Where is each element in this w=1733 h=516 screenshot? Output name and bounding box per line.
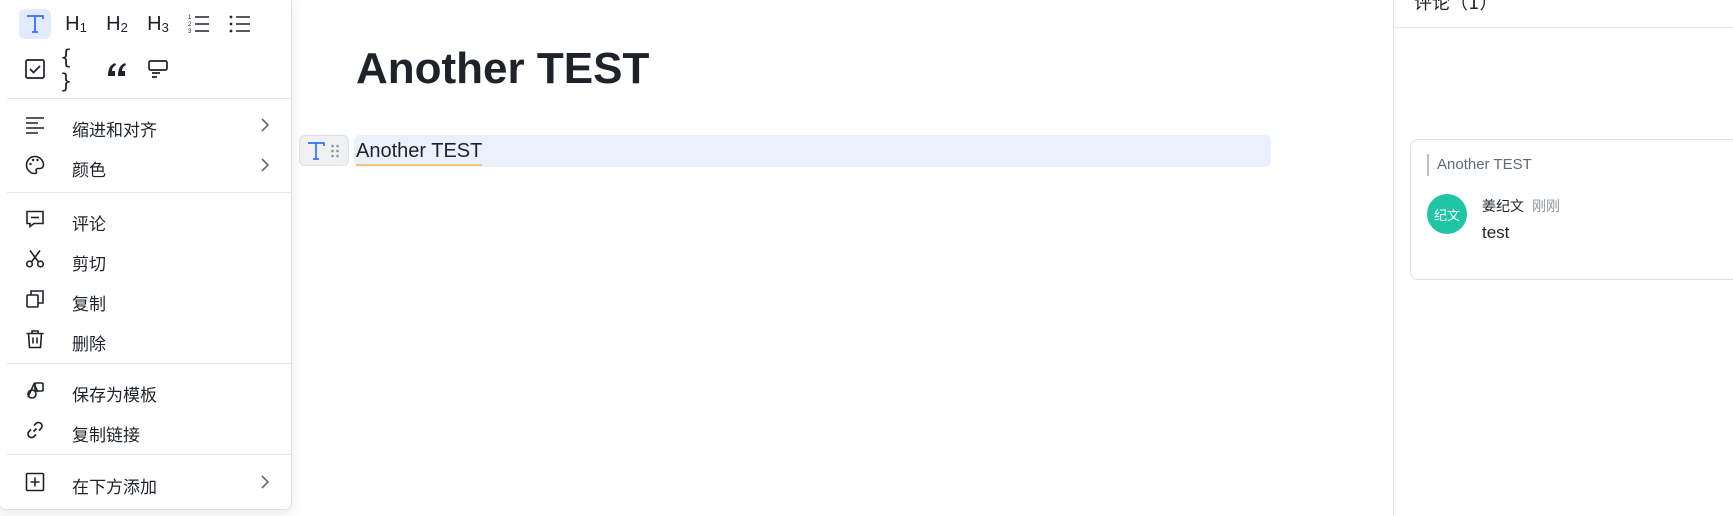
text-type-button[interactable] — [19, 9, 51, 39]
todo-checkbox-icon — [25, 59, 45, 79]
bullet-list-icon — [229, 15, 250, 33]
menu-item-copy-link[interactable]: 复制链接 — [0, 412, 291, 448]
svg-text:2: 2 — [188, 22, 192, 28]
comment-text: test — [1482, 223, 1510, 242]
menu-item-save-template[interactable]: 保存为模板 — [0, 372, 291, 408]
menu-item-copy[interactable]: 复制 — [0, 281, 291, 317]
menu-item-indent-align[interactable]: 缩进和对齐 — [0, 107, 291, 143]
menu-divider — [7, 454, 291, 455]
menu-item-label: 复制链接 — [72, 426, 140, 446]
add-below-icon — [25, 472, 45, 492]
menu-item-label: 保存为模板 — [72, 386, 157, 406]
heading2-button[interactable]: H2 — [101, 9, 133, 39]
comments-panel: 评论（1） Another TEST 纪文 姜纪文 刚刚 test — [1393, 0, 1733, 516]
menu-item-comment[interactable]: 评论 — [0, 201, 291, 237]
heading3-icon: H3 — [147, 12, 169, 35]
ordered-list-button[interactable]: 1 2 3 — [183, 9, 215, 39]
scissors-icon — [25, 250, 45, 268]
svg-text:1: 1 — [188, 15, 192, 21]
comment-author: 姜纪文 — [1482, 199, 1524, 215]
menu-item-label: 删除 — [72, 335, 106, 355]
quote-button[interactable] — [101, 54, 133, 84]
heading1-button[interactable]: H1 — [60, 9, 92, 39]
menu-divider — [7, 363, 291, 364]
menu-item-delete[interactable]: 删除 — [0, 321, 291, 357]
ordered-list-icon: 1 2 3 — [188, 15, 209, 35]
block-handle[interactable] — [299, 135, 349, 166]
panel-divider — [1394, 27, 1733, 28]
trash-icon — [26, 330, 44, 349]
menu-item-label: 缩进和对齐 — [72, 121, 157, 141]
chevron-right-icon — [261, 475, 270, 489]
menu-item-add-below[interactable]: 在下方添加 — [0, 464, 291, 500]
heading3-button[interactable]: H3 — [142, 9, 174, 39]
copy-icon — [26, 290, 44, 308]
block-text[interactable]: Another TEST — [356, 139, 483, 166]
code-block-button[interactable]: { } — [60, 45, 92, 93]
todo-button[interactable] — [19, 54, 51, 84]
align-left-icon — [26, 117, 44, 134]
text-icon — [308, 142, 325, 160]
svg-text:3: 3 — [188, 29, 192, 35]
avatar: 纪文 — [1427, 194, 1467, 234]
selected-block[interactable] — [354, 135, 1271, 167]
drag-handle-icon[interactable] — [330, 144, 340, 158]
heading1-icon: H1 — [65, 12, 87, 35]
comment-icon — [26, 210, 44, 229]
menu-item-label: 评论 — [72, 215, 106, 235]
text-icon — [27, 15, 44, 33]
menu-divider — [7, 192, 291, 193]
callout-icon — [148, 60, 168, 78]
chevron-right-icon — [261, 118, 270, 132]
comment-card[interactable]: Another TEST 纪文 姜纪文 刚刚 test — [1410, 139, 1733, 280]
palette-icon — [25, 155, 45, 175]
comment-time: 刚刚 — [1532, 199, 1560, 215]
menu-item-label: 颜色 — [72, 161, 106, 181]
comments-header: 评论（1） — [1414, 0, 1498, 14]
comment-quote: Another TEST — [1427, 154, 1532, 176]
menu-item-cut[interactable]: 剪切 — [0, 241, 291, 277]
chevron-right-icon — [261, 158, 270, 172]
heading2-icon: H2 — [106, 12, 128, 35]
quote-icon — [108, 63, 126, 76]
template-icon — [27, 382, 44, 399]
menu-item-label: 在下方添加 — [72, 478, 157, 498]
document-title[interactable]: Another TEST — [356, 44, 649, 94]
menu-divider — [7, 98, 291, 99]
block-context-menu: H1 H2 H3 1 2 3 { } 缩进和对齐 颜色 评论 剪切 复制 删除 … — [0, 0, 292, 510]
bullet-list-button[interactable] — [224, 9, 256, 39]
code-block-icon: { } — [60, 45, 73, 93]
callout-button[interactable] — [142, 54, 174, 84]
menu-item-label: 复制 — [72, 295, 106, 315]
link-icon — [27, 421, 43, 439]
menu-item-color[interactable]: 颜色 — [0, 147, 291, 183]
menu-item-label: 剪切 — [72, 255, 106, 275]
